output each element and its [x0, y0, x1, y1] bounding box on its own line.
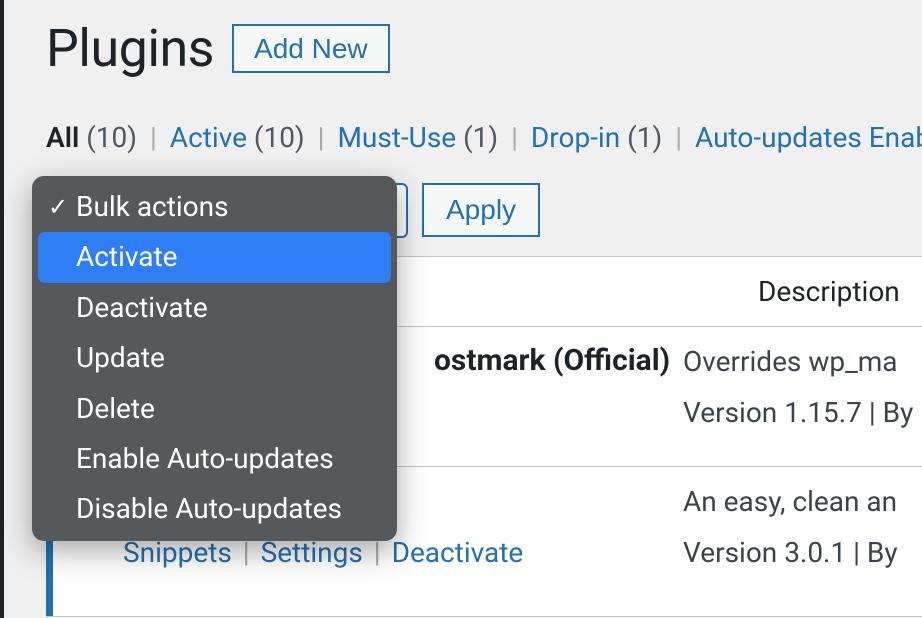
filter-mustuse-count: (1) [463, 121, 498, 154]
action-deactivate[interactable]: Deactivate [392, 536, 524, 569]
admin-sidebar-edge [0, 0, 4, 618]
bulk-option-enable-auto[interactable]: Enable Auto-updates [38, 434, 391, 484]
filter-separator: | [505, 121, 524, 154]
bulk-option-label: Delete [76, 391, 155, 427]
action-separator: | [370, 536, 385, 569]
plugin-meta: Version 1.15.7 | By [683, 396, 913, 429]
filter-mustuse[interactable]: Must-Use (1) [337, 121, 505, 154]
filter-separator: | [144, 121, 163, 154]
apply-button[interactable]: Apply [422, 183, 540, 237]
filter-separator: | [669, 121, 688, 154]
bulk-option-deactivate[interactable]: Deactivate [38, 283, 391, 333]
add-new-button[interactable]: Add New [232, 24, 390, 74]
plugin-row-actions: Snippets | Settings | Deactivate [123, 536, 673, 569]
page-header: Plugins Add New [46, 18, 922, 79]
filter-active-label: Active [170, 121, 247, 154]
filter-all-label: All [46, 121, 79, 154]
bulk-option-update[interactable]: Update [38, 333, 391, 383]
bulk-option-label: Activate [76, 239, 178, 275]
plugin-description-cell: Overrides wp_ma Version 1.15.7 | By [683, 327, 913, 466]
plugin-description: An easy, clean an [683, 485, 898, 518]
bulk-option-label: Enable Auto-updates [76, 441, 334, 477]
filter-dropin-label: Drop-in [531, 121, 620, 154]
filter-dropin[interactable]: Drop-in (1) [531, 121, 669, 154]
check-icon: ✓ [48, 192, 76, 223]
plugin-description-cell: An easy, clean an Version 3.0.1 | By [683, 467, 898, 616]
plugin-meta: Version 3.0.1 | By [683, 536, 898, 569]
filter-autoupdates[interactable]: Auto-updates Enabl [695, 121, 922, 154]
bulk-option-placeholder[interactable]: ✓ Bulk actions [38, 182, 391, 232]
bulk-option-delete[interactable]: Delete [38, 384, 391, 434]
action-separator: | [239, 536, 254, 569]
filter-autoupdates-label: Auto-updates Enabl [695, 121, 922, 154]
filter-mustuse-label: Must-Use [337, 121, 456, 154]
bulk-option-disable-auto[interactable]: Disable Auto-updates [38, 484, 391, 534]
filter-separator: | [312, 121, 331, 154]
bulk-option-activate[interactable]: Activate [38, 232, 391, 282]
filter-all-count: (10) [86, 121, 137, 154]
bulk-option-label: Update [76, 340, 165, 376]
action-snippets[interactable]: Snippets [123, 536, 232, 569]
filter-dropin-count: (1) [627, 121, 662, 154]
bulk-option-label: Disable Auto-updates [76, 491, 342, 527]
plugin-status-filters: All (10) | Active (10) | Must-Use (1) | … [46, 121, 922, 154]
bulk-option-label: Bulk actions [76, 189, 229, 225]
plugin-name: ostmark (Official) [434, 343, 670, 378]
plugin-description: Overrides wp_ma [683, 345, 913, 378]
filter-active-count: (10) [254, 121, 305, 154]
filter-active[interactable]: Active (10) [170, 121, 312, 154]
bulk-actions-dropdown[interactable]: ✓ Bulk actions Activate Deactivate Updat… [32, 176, 397, 541]
bulk-option-label: Deactivate [76, 290, 208, 326]
page-title: Plugins [46, 18, 214, 79]
filter-all[interactable]: All (10) [46, 121, 144, 154]
action-settings[interactable]: Settings [261, 536, 363, 569]
